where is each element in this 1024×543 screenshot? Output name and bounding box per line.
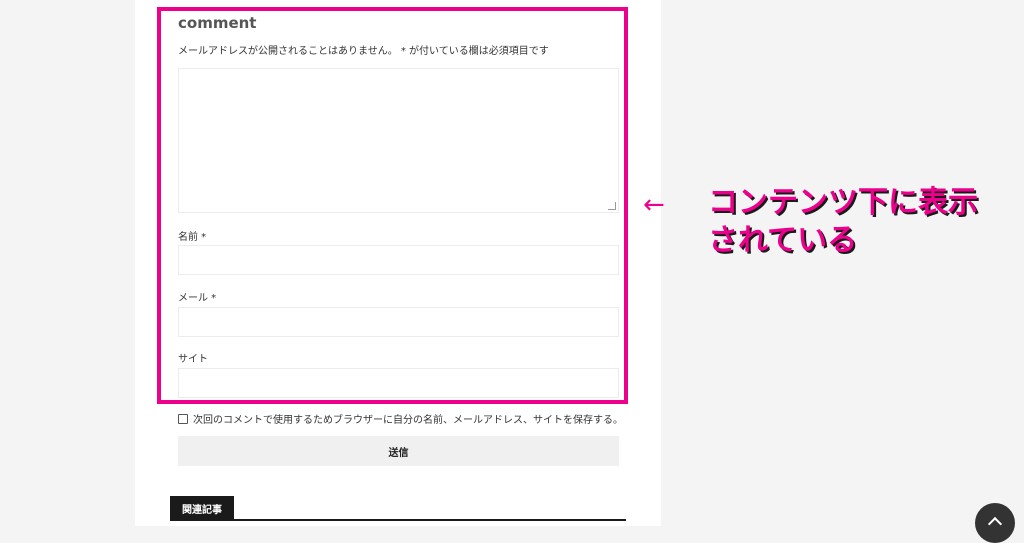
- related-articles-divider: [170, 519, 626, 521]
- annotation-line-2: されている: [708, 223, 858, 258]
- annotation-callout: コンテンツ下に表示 されている: [708, 184, 978, 260]
- cookie-consent-row[interactable]: 次回のコメントで使用するためブラウザーに自分の名前、メールアドレス、サイトを保存…: [178, 411, 623, 426]
- cookie-consent-checkbox[interactable]: [178, 413, 188, 424]
- chevron-up-icon: [987, 516, 1003, 532]
- back-to-top-button[interactable]: [975, 503, 1015, 543]
- related-articles-heading: 関連記事: [170, 496, 234, 520]
- submit-button[interactable]: 送信: [178, 436, 619, 466]
- left-arrow-icon: ←: [643, 190, 665, 220]
- highlight-frame: [157, 7, 628, 404]
- cookie-consent-label: 次回のコメントで使用するためブラウザーに自分の名前、メールアドレス、サイトを保存…: [193, 415, 623, 426]
- annotation-line-1: コンテンツ下に表示: [708, 185, 978, 220]
